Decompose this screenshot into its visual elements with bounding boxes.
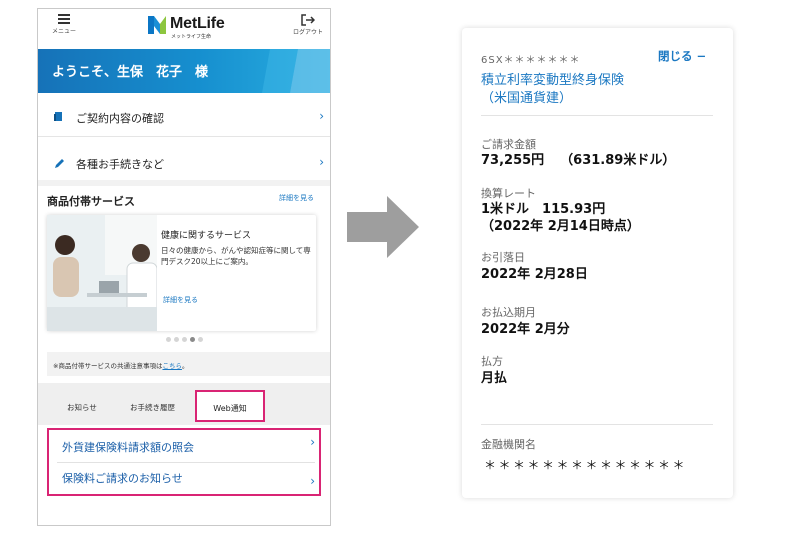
notification-detail-panel: 6SX＊＊＊＊＊＊＊ 閉じる − 積立利率変動型終身保険 （米国通貨建） ご請求… [462, 28, 733, 498]
carousel-dot-active[interactable] [190, 337, 195, 342]
product-name-line1: 積立利率変動型終身保険 [481, 73, 625, 88]
list-divider [57, 462, 315, 463]
tab-news[interactable]: お知らせ [67, 402, 97, 413]
notification-fx-premium-inquiry[interactable]: 外貨建保険料請求額の照会 [62, 439, 194, 455]
carousel-dots [166, 337, 206, 343]
services-title: 商品付帯サービス [47, 195, 135, 208]
service-card[interactable]: 健康に関するサービス 日々の健康から、がんや認知症等に関して専門デスク20以上に… [47, 215, 316, 331]
document-icon [54, 112, 62, 121]
note-suffix: 。 [181, 362, 189, 370]
metlife-logo-icon [148, 16, 166, 34]
tab-procedure-history[interactable]: お手続き履歴 [130, 402, 175, 413]
payment-month-value: 2022年 2月分 [481, 322, 570, 337]
services-note: ※商品付帯サービスの共通注意事項はこちら。 [47, 352, 330, 376]
product-name: 積立利率変動型終身保険 （米国通貨建） [481, 72, 624, 108]
bank-name-label: 金融機関名 [481, 438, 536, 451]
note-text: ※商品付帯サービスの共通注意事項は [53, 362, 163, 370]
carousel-dot[interactable] [166, 337, 171, 342]
menu-button[interactable]: メニュー [50, 14, 78, 35]
amount-jpy: 73,255円 [481, 153, 545, 168]
rate-amount: 1米ドル 115.93円 [481, 202, 606, 217]
service-card-body: 日々の健康から、がんや認知症等に関して専門デスク20以上にご案内。 [161, 246, 311, 266]
carousel-dot[interactable] [174, 337, 179, 342]
bank-name-masked: ＊＊＊＊＊＊＊＊＊＊＊＊＊＊ [484, 458, 688, 472]
chevron-right-icon: › [319, 155, 324, 169]
section-divider [38, 180, 330, 186]
notification-premium-bill[interactable]: 保険料ご請求のお知らせ [62, 470, 183, 486]
mobile-screen: メニュー MetLife メットライフ生命 ログアウト ようこそ、生保 花子 様… [37, 8, 331, 526]
payment-month-label: お払込期月 [481, 306, 536, 319]
note-link[interactable]: こちら [162, 362, 182, 370]
amount-value: 73,255円 （631.89米ドル） [481, 152, 675, 169]
service-card-more-link[interactable]: 詳細を見る [163, 295, 198, 305]
rate-label: 換算レート [481, 187, 536, 200]
consultation-illustration [47, 215, 157, 331]
chevron-right-icon: › [310, 435, 315, 449]
logo-subtext: メットライフ生命 [171, 34, 212, 40]
product-name-line2: （米国通貨建） [481, 91, 573, 106]
carousel-dot[interactable] [198, 337, 203, 342]
pencil-icon [55, 159, 64, 168]
amount-label: ご請求金額 [481, 138, 536, 151]
row-procedures[interactable]: 各種お手続きなど › [38, 145, 330, 183]
chevron-right-icon: › [310, 474, 315, 488]
logout-label: ログアウト [292, 29, 323, 36]
arrow-right-icon [347, 196, 419, 258]
metlife-logo: MetLife メットライフ生命 [148, 14, 248, 40]
debit-date-label: お引落日 [481, 251, 525, 264]
hamburger-icon [58, 14, 70, 24]
service-photo [47, 215, 157, 331]
rate-date: （2022年 2月14日時点） [481, 219, 640, 234]
welcome-banner: ようこそ、生保 花子 様 [38, 49, 330, 93]
service-card-title: 健康に関するサービス [161, 231, 252, 241]
carousel-dot[interactable] [182, 337, 187, 342]
logo-text: MetLife [170, 15, 225, 32]
logout-button[interactable]: ログアウト [288, 14, 328, 36]
debit-date-value: 2022年 2月28日 [481, 267, 588, 282]
close-button[interactable]: 閉じる − [658, 48, 706, 64]
menu-label: メニュー [51, 28, 76, 35]
chevron-right-icon: › [319, 109, 324, 123]
policy-number: 6SX＊＊＊＊＊＊＊ [481, 55, 581, 66]
app-header: メニュー MetLife メットライフ生命 ログアウト [38, 9, 330, 45]
payment-method-label: 払方 [481, 355, 503, 368]
screen: メニュー MetLife メットライフ生命 ログアウト ようこそ、生保 花子 様… [0, 0, 785, 536]
welcome-text: ようこそ、生保 花子 様 [52, 65, 209, 80]
services-more-link[interactable]: 詳細を見る [279, 193, 314, 203]
notification-tabs: お知らせ お手続き履歴 Web通知 [38, 383, 330, 425]
payment-method-value: 月払 [481, 371, 508, 386]
banner-decoration-icon [262, 49, 330, 93]
notification-list: 外貨建保険料請求額の照会 › 保険料ご請求のお知らせ › [47, 428, 321, 496]
logout-icon [301, 14, 315, 26]
amount-usd: （631.89米ドル） [560, 153, 676, 168]
divider [481, 424, 713, 425]
row-contract-details[interactable]: ご契約内容の確認 › [38, 99, 330, 137]
row-label: 各種お手続きなど [76, 158, 164, 171]
rate-value: 1米ドル 115.93円 （2022年 2月14日時点） [481, 201, 640, 235]
divider [481, 115, 713, 116]
row-label: ご契約内容の確認 [76, 112, 164, 125]
tab-web-notice[interactable]: Web通知 [195, 390, 265, 422]
